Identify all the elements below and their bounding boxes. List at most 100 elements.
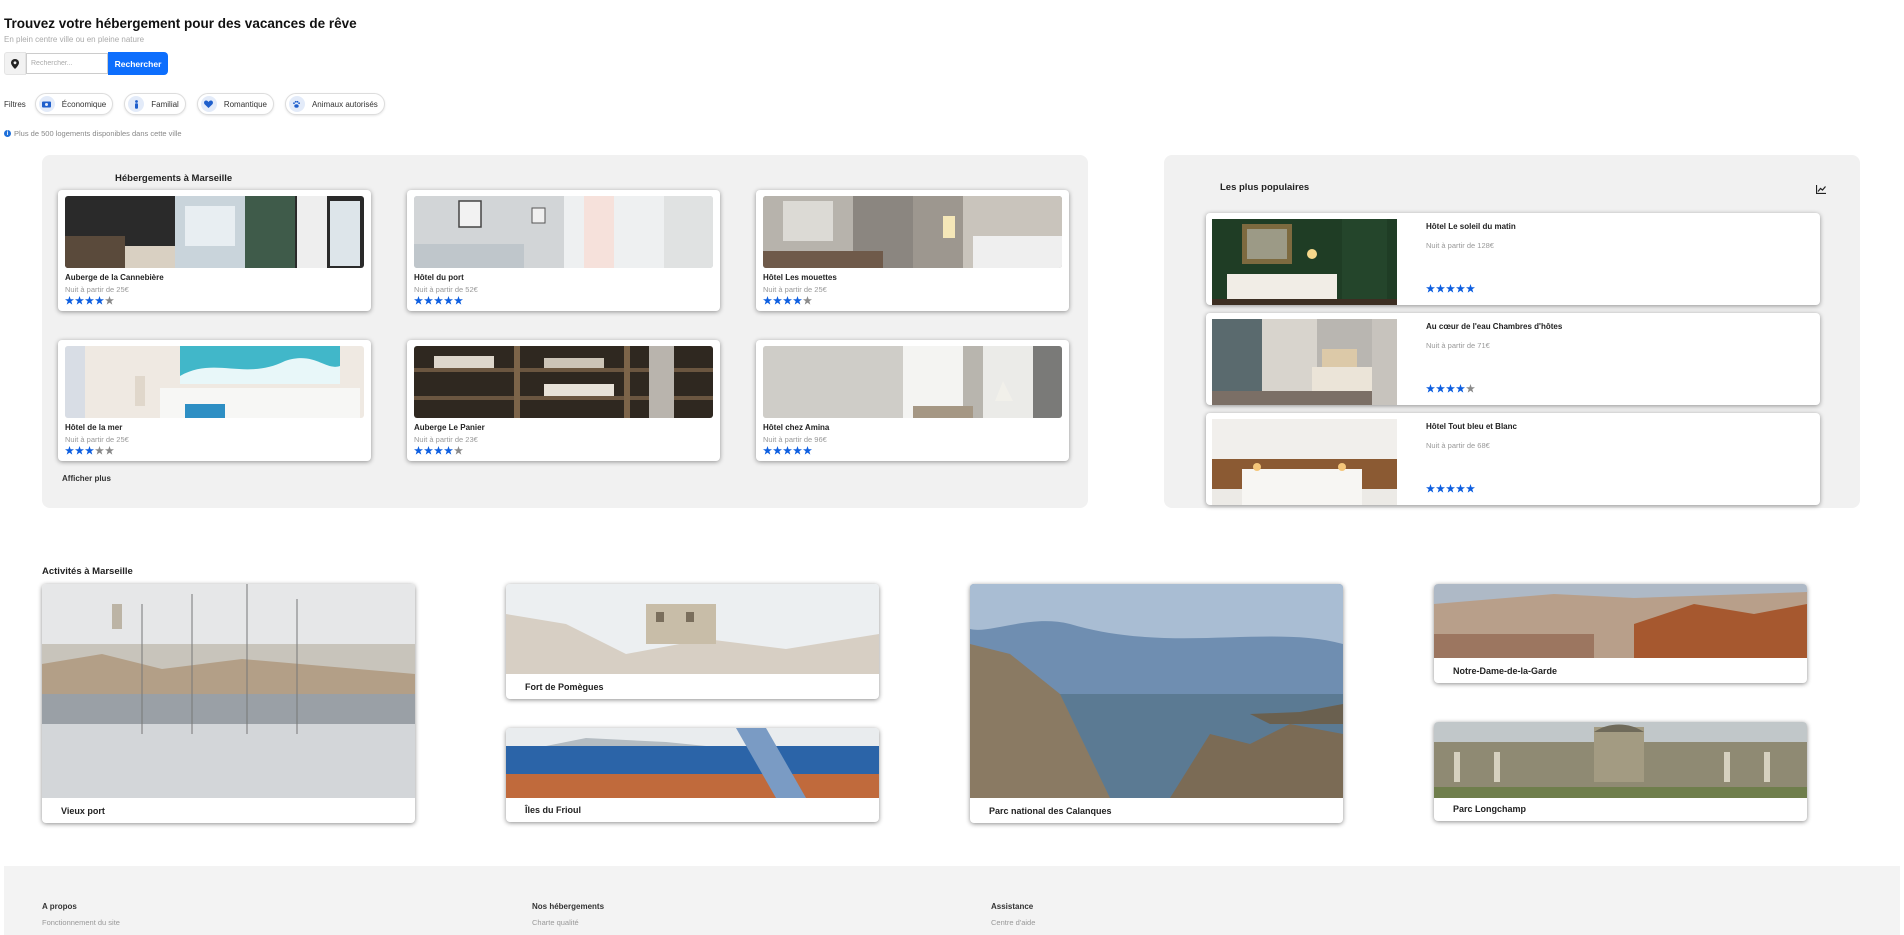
activity-card[interactable]: Parc national des Calanques <box>970 584 1343 823</box>
star-filled-icon <box>444 446 453 455</box>
availability-text: Plus de 500 logements disponibles dans c… <box>14 129 182 138</box>
star-filled-icon <box>85 446 94 455</box>
hotel-photo <box>414 346 713 418</box>
hotel-card[interactable]: Hôtel chez Amina Nuit à partir de 96€ <box>756 340 1069 461</box>
popular-card[interactable]: Au cœur de l'eau Chambres d'hôtes Nuit à… <box>1206 313 1820 405</box>
popular-hotel-name: Hôtel Tout bleu et Blanc <box>1426 422 1517 431</box>
hotel-price: Nuit à partir de 96€ <box>763 435 827 444</box>
filter-chip-familial[interactable]: Familial <box>124 93 186 115</box>
activity-card[interactable]: Vieux port <box>42 584 415 823</box>
footer-link[interactable]: Fonctionnement du site <box>42 918 120 927</box>
activity-photo <box>506 728 879 798</box>
footer-link[interactable]: Charte qualité <box>532 918 604 927</box>
hotel-card[interactable]: Auberge de la Cannebière Nuit à partir d… <box>58 190 371 311</box>
chart-line-icon <box>1815 181 1826 199</box>
page-title: Trouvez votre hébergement pour des vacan… <box>4 16 357 31</box>
hotel-photo <box>65 196 364 268</box>
rating-stars <box>65 296 364 305</box>
rating-stars <box>414 296 713 305</box>
popular-card[interactable]: Hôtel Le soleil du matin Nuit à partir d… <box>1206 213 1820 305</box>
activity-label: Parc national des Calanques <box>989 806 1112 816</box>
heart-icon <box>200 96 217 112</box>
page-subtitle: En plein centre ville ou en pleine natur… <box>4 35 145 44</box>
star-filled-icon <box>793 446 802 455</box>
popular-hotel-price: Nuit à partir de 71€ <box>1426 341 1490 350</box>
filter-chip-romantique[interactable]: Romantique <box>196 93 274 115</box>
activity-card[interactable]: Fort de Pomègues <box>506 584 879 699</box>
availability-info: i Plus de 500 logements disponibles dans… <box>4 129 182 138</box>
rating-stars <box>1426 384 1475 393</box>
star-filled-icon <box>434 446 443 455</box>
filters-bar: Filtres Économique Familial Romantique A… <box>4 93 390 115</box>
search-bar: Rechercher <box>4 52 168 75</box>
star-filled-icon <box>414 446 423 455</box>
star-filled-icon <box>1446 484 1455 493</box>
star-filled-icon <box>75 296 84 305</box>
filter-chip-animaux[interactable]: Animaux autorisés <box>284 93 385 115</box>
footer-column: Nos hébergements Charte qualité <box>532 902 604 927</box>
star-empty-icon <box>95 446 104 455</box>
activity-card[interactable]: Parc Longchamp <box>1434 722 1807 821</box>
popular-hotel-price: Nuit à partir de 68€ <box>1426 441 1490 450</box>
star-filled-icon <box>1436 484 1445 493</box>
show-more-link[interactable]: Afficher plus <box>62 474 111 483</box>
star-filled-icon <box>773 296 782 305</box>
star-filled-icon <box>1456 484 1465 493</box>
activity-label: Vieux port <box>61 806 105 816</box>
hotel-card[interactable]: Hôtel de la mer Nuit à partir de 25€ <box>58 340 371 461</box>
popular-hotel-price: Nuit à partir de 128€ <box>1426 241 1494 250</box>
hotel-photo <box>1212 319 1397 405</box>
star-filled-icon <box>1436 384 1445 393</box>
filter-label: Familial <box>151 99 179 109</box>
hotel-card[interactable]: Auberge Le Panier Nuit à partir de 23€ <box>407 340 720 461</box>
activity-card[interactable]: Îles du Frioul <box>506 728 879 822</box>
filter-label: Animaux autorisés <box>311 99 378 109</box>
footer-column: A propos Fonctionnement du site <box>42 902 120 927</box>
popular-card[interactable]: Hôtel Tout bleu et Blanc Nuit à partir d… <box>1206 413 1820 505</box>
star-filled-icon <box>1456 284 1465 293</box>
rating-stars <box>65 446 364 455</box>
money-icon <box>38 96 55 112</box>
activity-card[interactable]: Notre-Dame-de-la-Garde <box>1434 584 1807 683</box>
hotel-card[interactable]: Hôtel du port Nuit à partir de 52€ <box>407 190 720 311</box>
hotel-name: Hôtel de la mer <box>65 423 123 432</box>
star-filled-icon <box>1426 384 1435 393</box>
star-filled-icon <box>773 446 782 455</box>
star-filled-icon <box>1456 384 1465 393</box>
hotel-photo <box>763 346 1062 418</box>
star-filled-icon <box>793 296 802 305</box>
popular-hotel-name: Au cœur de l'eau Chambres d'hôtes <box>1426 322 1563 331</box>
footer-heading: Nos hébergements <box>532 902 605 911</box>
star-filled-icon <box>434 296 443 305</box>
star-filled-icon <box>763 446 772 455</box>
star-empty-icon <box>454 446 463 455</box>
activity-photo <box>1434 584 1807 658</box>
hotel-price: Nuit à partir de 25€ <box>65 435 129 444</box>
hotel-name: Hôtel chez Amina <box>763 423 830 432</box>
star-filled-icon <box>414 296 423 305</box>
search-button[interactable]: Rechercher <box>108 52 168 75</box>
hotel-price: Nuit à partir de 52€ <box>414 285 478 294</box>
activity-label: Îles du Frioul <box>525 805 582 815</box>
popular-hotel-name: Hôtel Le soleil du matin <box>1426 222 1516 231</box>
hotel-card[interactable]: Hôtel Les mouettes Nuit à partir de 25€ <box>756 190 1069 311</box>
star-filled-icon <box>1436 284 1445 293</box>
activity-photo <box>970 584 1343 798</box>
filters-label: Filtres <box>4 99 26 109</box>
star-filled-icon <box>75 446 84 455</box>
star-filled-icon <box>65 446 74 455</box>
star-filled-icon <box>783 296 792 305</box>
footer-heading: A propos <box>42 902 77 911</box>
star-empty-icon <box>803 296 812 305</box>
filter-label: Romantique <box>223 99 267 109</box>
hotel-price: Nuit à partir de 23€ <box>414 435 478 444</box>
search-input[interactable] <box>26 53 108 74</box>
footer-link[interactable]: Centre d'aide <box>991 918 1035 927</box>
star-filled-icon <box>65 296 74 305</box>
footer: A propos Fonctionnement du site Nos hébe… <box>4 866 1900 935</box>
star-filled-icon <box>424 446 433 455</box>
star-filled-icon <box>424 296 433 305</box>
star-empty-icon <box>105 296 114 305</box>
filter-chip-economique[interactable]: Économique <box>34 93 114 115</box>
activity-photo <box>42 584 415 798</box>
